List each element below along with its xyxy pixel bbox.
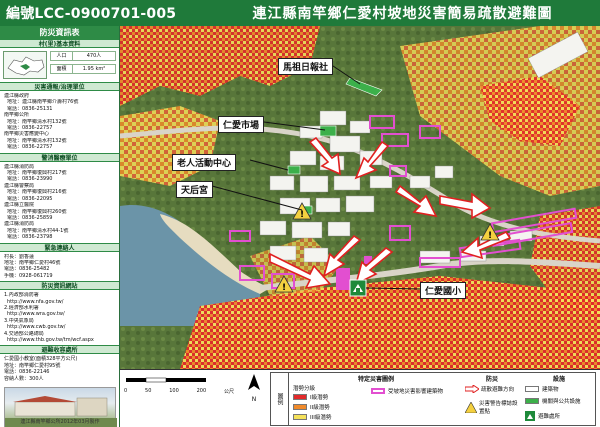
legend-slope-grade: 潛勢分級 (293, 386, 316, 392)
hazard-heading: 特定災害圖例 (357, 376, 394, 383)
north-arrow: N (244, 374, 264, 403)
legend-evac-direction: 疏散避難方向 (465, 385, 514, 393)
shelter-body: 仁愛國小教室(面積328平方公尺) 地址：南竿鄉仁愛村95號 電話：0836-2… (4, 356, 78, 382)
svg-text:!: ! (488, 231, 492, 241)
legend-affected: 受坡地災害影響建築物 (371, 387, 459, 395)
legend-grade-1: I級潛勢 (293, 393, 328, 401)
map-title: 連江縣南竿鄉仁愛村坡地災害簡易疏散避難圖 (252, 6, 553, 22)
contact-body: 村長：劉香蓮 地址：南竿鄉仁愛村46號 電話：0836-25482 手機：092… (4, 253, 61, 279)
map-code: 編號LCC-0900701-005 (6, 6, 177, 22)
legend-title: 圖例 (271, 373, 289, 425)
rescue-heading: 警消醫療單位 (0, 152, 119, 162)
locator-map (3, 51, 47, 79)
legend-public-facility: 機關與公共設施 (525, 397, 581, 405)
links-body: 1.內政部消防署 http://www.nfa.gov.tw/ 2.經濟部水利署… (0, 290, 119, 345)
scale-bar (126, 377, 206, 383)
legend-panel: 0 50 100 200 公尺 N 圖例 特定災害圖例 防災 設施 潛勢分級 I… (120, 369, 600, 427)
legend-warning: 災害警告標誌設置點 (465, 399, 523, 415)
label-senior-center: 老人活動中心 (172, 154, 237, 171)
info-panel: 防災資訊表 村(里)基本資料 人口 470人 面積 1.95 km² 災害通報/… (0, 26, 120, 427)
production-note: 連江縣南竿鄉公所2012年03月製作 (20, 418, 100, 425)
notify-heading: 災害通報/治理單位 (0, 82, 119, 91)
links-heading: 防災資訊網站 (0, 281, 119, 291)
contact-heading: 緊急連絡人 (0, 242, 119, 252)
label-newspaper: 馬祖日報社 (278, 58, 334, 75)
north-arrow-icon (248, 374, 260, 390)
shelter-icon (349, 279, 367, 297)
legend-shelter: 避難處所 (525, 411, 560, 421)
area-stat: 面積 1.95 km² (50, 64, 116, 74)
label-school: 仁愛國小 (420, 282, 467, 299)
warning-icon (465, 401, 477, 413)
legend-grade-3: III級潛勢 (293, 413, 331, 421)
basic-heading: 村(里)基本資料 (0, 39, 119, 48)
notify-body: 連江縣政府 地址：連江縣南竿鄉介壽村76號 電話：0836-25131 南竿鄉公… (4, 93, 79, 151)
scale-labels: 0 50 100 200 公尺 (124, 388, 234, 395)
rescue-body: 連江縣消防局 地址：南竿鄉復興村217號 電話：0836-23990 連江縣警察… (4, 163, 69, 241)
prevention-heading: 防災 (485, 376, 498, 383)
svg-text:!: ! (300, 210, 304, 220)
link-thb[interactable]: http://www.thb.gov.tw/tm/wcf.aspx (4, 337, 115, 343)
legend-table: 圖例 特定災害圖例 防災 設施 潛勢分級 I級潛勢 II級潛勢 III級潛勢 受… (270, 372, 596, 426)
facility-heading: 設施 (552, 376, 565, 383)
shelter-heading: 避難收容處所 (0, 345, 119, 355)
basic-info: 人口 470人 面積 1.95 km² (0, 48, 119, 82)
shelter-legend-icon (525, 411, 535, 421)
svg-text:!: ! (282, 283, 286, 293)
panel-title: 防災資訊表 (0, 26, 119, 39)
evacuation-map[interactable]: ! ! ! 馬祖日報社 仁愛市場 老人活動中心 天后宮 仁愛國小 (120, 26, 600, 369)
population-stat: 人口 470人 (50, 51, 116, 61)
label-market: 仁愛市場 (218, 116, 265, 133)
legend-building: 建築物 (525, 385, 559, 393)
evac-arrow-icon (465, 385, 479, 393)
label-temple: 天后宮 (176, 181, 214, 198)
legend-grade-2: II級潛勢 (293, 403, 330, 411)
title-bar: 編號LCC-0900701-005 連江縣南竿鄉仁愛村坡地災害簡易疏散避難圖 (0, 0, 600, 26)
